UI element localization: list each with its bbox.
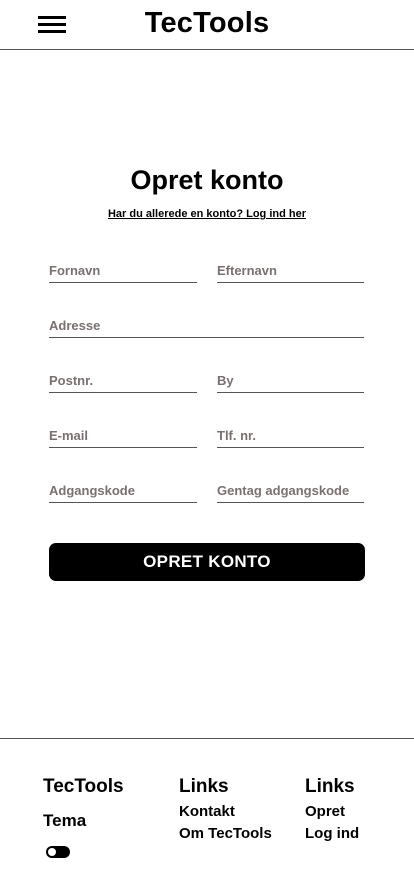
first-name-input[interactable] [49,259,197,283]
page-footer: TecTools Tema Links Kontakt Om TecTools … [0,738,414,896]
page-title: Opret konto [130,165,284,195]
postal-code-input[interactable] [49,369,197,393]
phone-input[interactable] [217,424,364,448]
top-header: TecTools [0,0,414,50]
footer-link-om-tectools[interactable]: Om TecTools [179,825,272,842]
footer-link-opret[interactable]: Opret [305,803,345,820]
footer-link-log-ind[interactable]: Log ind [305,825,359,842]
address-input[interactable] [49,314,364,338]
footer-links-heading-2: Links [305,776,355,797]
theme-toggle[interactable] [46,846,70,858]
email-input[interactable] [49,424,197,448]
footer-brand: TecTools [43,776,124,797]
city-input[interactable] [217,369,364,393]
last-name-input[interactable] [217,259,364,283]
brand-title[interactable]: TecTools [0,7,414,40]
password-input[interactable] [49,479,197,503]
theme-label: Tema [43,811,87,830]
password-repeat-input[interactable] [217,479,364,503]
create-account-button[interactable]: OPRET KONTO [49,543,365,581]
login-link[interactable]: Har du allerede en konto? Log ind her [0,208,414,220]
toggle-knob [48,848,56,856]
footer-links-heading-1: Links [179,776,229,797]
footer-link-kontakt[interactable]: Kontakt [179,803,235,820]
